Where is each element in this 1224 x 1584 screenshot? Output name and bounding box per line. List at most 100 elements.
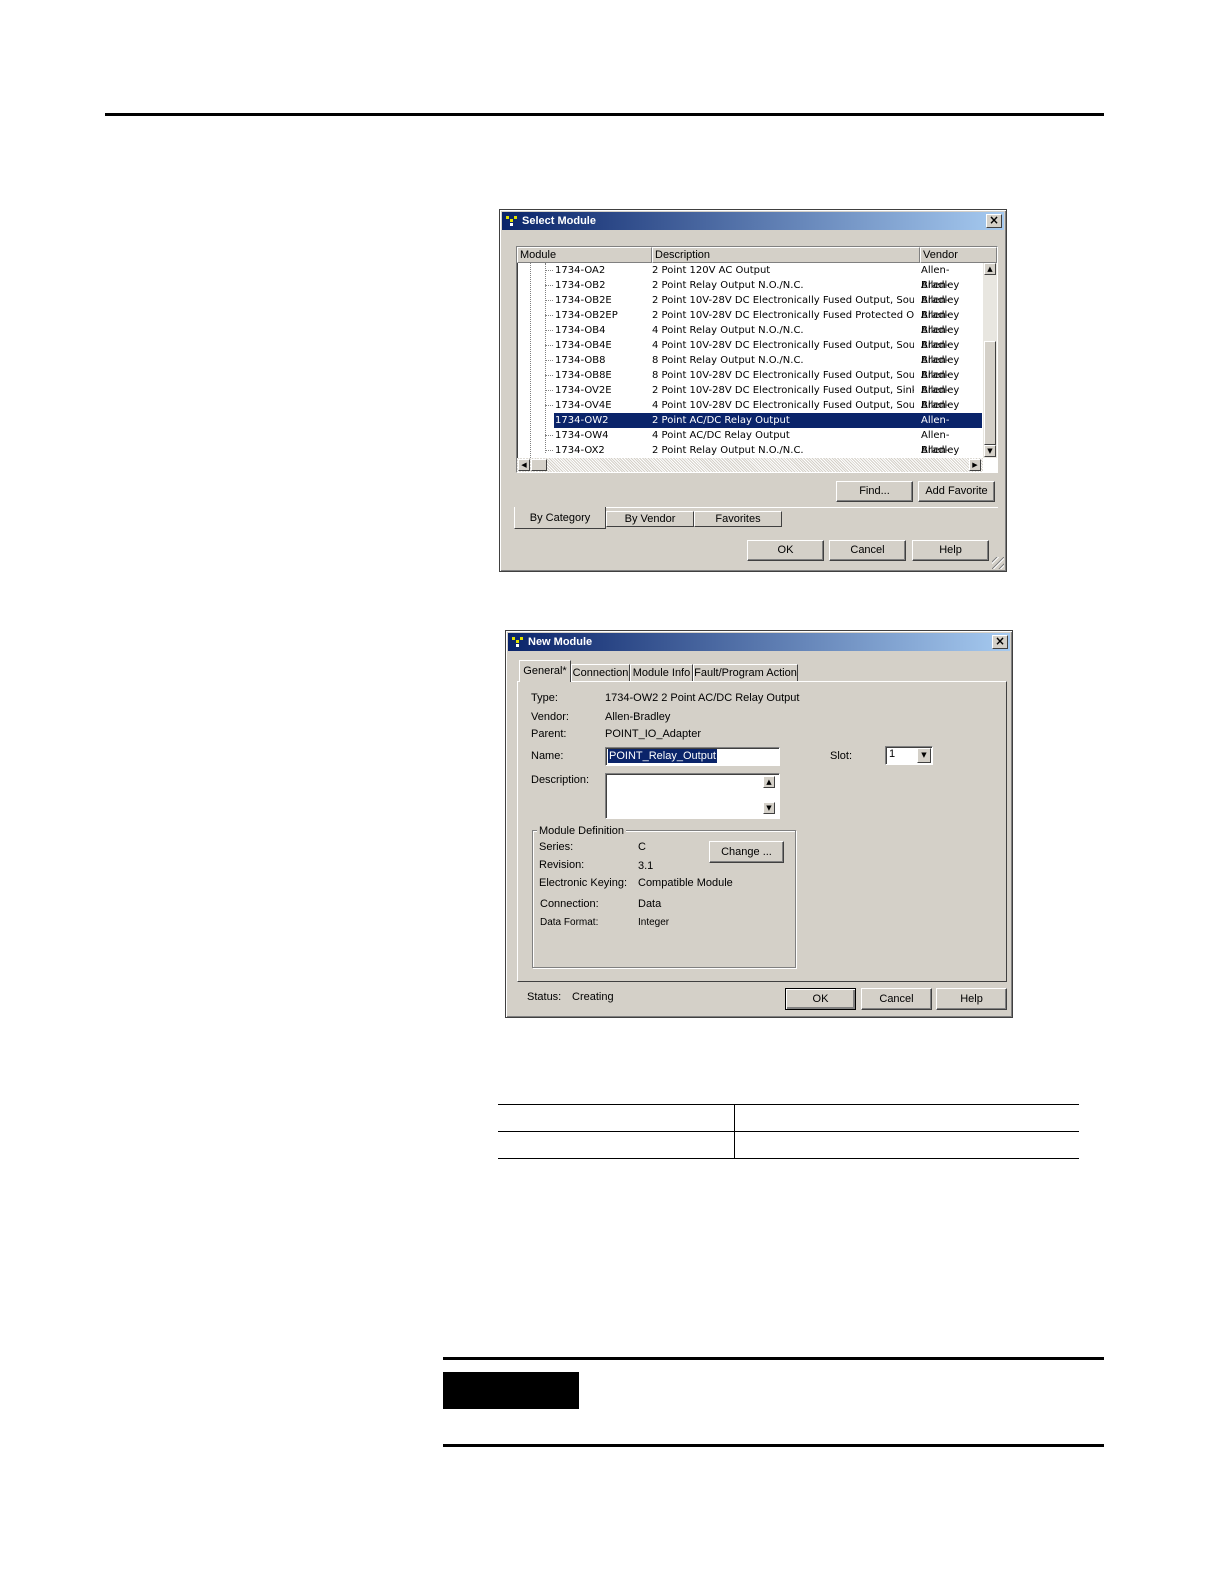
close-icon[interactable]: × — [992, 635, 1008, 649]
table-row[interactable]: 1734-OB8E 8 Point 10V-28V DC Electronical… — [517, 368, 982, 396]
tree-connector — [545, 270, 553, 271]
tab-fault-program-action[interactable]: Fault/Program Action — [693, 664, 798, 682]
change-button[interactable]: Change ... — [709, 841, 784, 863]
slot-select[interactable]: 1 ▼ — [885, 746, 933, 765]
dialog-title: New Module — [528, 636, 593, 648]
data-format-label: Data Format: — [540, 917, 599, 928]
table-row[interactable]: 1734-OA2 2 Point 120V AC Output Allen-Brad… — [517, 263, 982, 291]
table-row[interactable]: 1734-OB4E 4 Point 10V-28V DC Electronical… — [517, 338, 982, 366]
status-label: Status: — [527, 991, 562, 1003]
description-cell: 2 Point Relay Output N.O./N.C. — [652, 445, 804, 456]
scroll-left-arrow-icon[interactable]: ◀ — [518, 459, 530, 471]
table-middle-line — [498, 1131, 1079, 1132]
tab-connection[interactable]: Connection — [571, 664, 630, 682]
description-textarea[interactable]: ▲ ▼ — [605, 773, 780, 819]
name-input[interactable]: POINT_Relay_Output — [605, 747, 780, 766]
close-icon[interactable]: × — [986, 214, 1002, 228]
scroll-down-arrow-icon[interactable]: ▼ — [763, 802, 775, 814]
series-value: C — [638, 841, 646, 853]
note-bottom-rule — [443, 1444, 1104, 1447]
note-label-box — [443, 1372, 579, 1409]
module-list[interactable]: Module Description Vendor 1734-OA2 2 Poin… — [516, 246, 998, 473]
ok-button[interactable]: OK — [785, 988, 856, 1010]
module-cell: 1734-OW2 — [555, 415, 609, 426]
new-module-dialog: New Module × General* Connection Module … — [505, 630, 1013, 1018]
description-cell: 4 Point AC/DC Relay Output — [652, 430, 790, 441]
list-body: 1734-OA2 2 Point 120V AC Output Allen-Brad… — [517, 263, 983, 458]
tab-by-category[interactable]: By Category — [514, 507, 606, 529]
tree-connector — [545, 345, 553, 346]
column-header-module[interactable]: Module — [517, 247, 652, 263]
module-cell: 1734-OB8 — [555, 355, 606, 366]
description-cell: 2 Point 10V-28V DC Electronically Fused … — [652, 295, 914, 306]
vendor-value: Allen-Bradley — [605, 711, 671, 723]
description-cell: 2 Point 10V-28V DC Electronically Fused … — [652, 385, 914, 396]
scroll-right-arrow-icon[interactable]: ▶ — [969, 459, 981, 471]
chevron-down-icon[interactable]: ▼ — [917, 748, 931, 763]
tab-favorites[interactable]: Favorites — [694, 511, 782, 527]
description-cell: 2 Point 120V AC Output — [652, 265, 771, 276]
hscroll-thumb[interactable] — [531, 459, 547, 471]
column-header-description[interactable]: Description — [652, 247, 920, 263]
table-row[interactable]: 1734-OV4E 4 Point 10V-28V DC Electronical… — [517, 398, 982, 426]
tree-connector — [545, 315, 553, 316]
new-module-titlebar[interactable]: New Module × — [508, 633, 1010, 651]
table-row[interactable]: 1734-OB4 4 Point Relay Output N.O./N.C. Al… — [517, 323, 982, 351]
help-button[interactable]: Help — [912, 540, 989, 561]
module-cell: 1734-OB2EP — [555, 310, 618, 321]
app-icon — [512, 637, 524, 647]
select-module-dialog: Select Module × Module Description Vendo… — [499, 209, 1007, 572]
description-cell: 2 Point Relay Output N.O./N.C. — [652, 280, 804, 291]
tree-connector — [545, 330, 553, 331]
ok-button[interactable]: OK — [747, 540, 824, 561]
resize-grip-icon[interactable] — [992, 557, 1004, 569]
data-format-value: Integer — [638, 917, 670, 928]
table-row[interactable]: 1734-OW2 2 Point AC/DC Relay Output Allen-… — [554, 413, 982, 441]
horizontal-scrollbar[interactable]: ◀ ▶ — [517, 458, 983, 472]
tree-connector — [545, 450, 553, 451]
description-cell: 2 Point 10V-28V DC Electronically Fused … — [652, 310, 914, 321]
module-definition-title: Module Definition — [537, 825, 626, 837]
table-row[interactable]: 1734-OB2EP 2 Point 10V-28V DC Electronica… — [517, 308, 982, 336]
electronic-keying-label: Electronic Keying: — [539, 877, 628, 889]
type-value: 1734-OW2 2 Point AC/DC Relay Output — [605, 692, 800, 704]
scroll-up-arrow-icon[interactable]: ▲ — [984, 263, 996, 275]
add-favorite-button[interactable]: Add Favorite — [918, 481, 995, 502]
table-bottom-line — [498, 1158, 1079, 1159]
table-row[interactable]: 1734-OB2 2 Point Relay Output N.O./N.C. Al… — [517, 278, 982, 306]
tab-by-vendor[interactable]: By Vendor — [606, 511, 694, 527]
find-button[interactable]: Find... — [836, 481, 913, 502]
note-top-rule — [443, 1357, 1104, 1360]
select-module-titlebar[interactable]: Select Module × — [502, 212, 1004, 230]
table-row[interactable]: 1734-OB2E 2 Point 10V-28V DC Electronical… — [517, 293, 982, 321]
column-header-vendor[interactable]: Vendor — [920, 247, 997, 263]
table-top-line — [498, 1104, 1079, 1105]
module-cell: 1734-OV2E — [555, 385, 612, 396]
scroll-down-arrow-icon[interactable]: ▼ — [984, 445, 996, 457]
parent-label: Parent: — [531, 728, 567, 740]
tab-general[interactable]: General* — [519, 660, 571, 682]
table-row[interactable]: 1734-OV2E 2 Point 10V-28V DC Electronical… — [517, 383, 982, 411]
cancel-button[interactable]: Cancel — [861, 988, 932, 1010]
module-cell: 1734-OV4E — [555, 400, 612, 411]
series-label: Series: — [539, 841, 574, 853]
description-cell: 4 Point Relay Output N.O./N.C. — [652, 325, 804, 336]
scroll-up-arrow-icon[interactable]: ▲ — [763, 776, 775, 788]
module-cell: 1734-OB4 — [555, 325, 606, 336]
table-row[interactable]: 1734-OX2 2 Point Relay Output N.O./N.C. Al… — [517, 443, 982, 458]
help-button[interactable]: Help — [936, 988, 1007, 1010]
table-row[interactable]: 1734-OW4 4 Point AC/DC Relay Output Allen-… — [517, 428, 982, 456]
tab-module-info[interactable]: Module Info — [630, 664, 693, 682]
connection-label: Connection: — [540, 898, 599, 910]
connection-value: Data — [638, 898, 662, 910]
module-cell: 1734-OB4E — [555, 340, 612, 351]
tree-connector — [545, 435, 553, 436]
name-input-value: POINT_Relay_Output — [608, 749, 717, 763]
parent-value: POINT_IO_Adapter — [605, 728, 701, 740]
vertical-scrollbar[interactable]: ▲ ▼ — [983, 263, 997, 458]
revision-label: Revision: — [539, 859, 585, 871]
table-row[interactable]: 1734-OB8 8 Point Relay Output N.O./N.C. Al… — [517, 353, 982, 381]
scroll-thumb[interactable] — [984, 341, 996, 445]
cancel-button[interactable]: Cancel — [829, 540, 906, 561]
slot-value: 1 — [889, 748, 896, 760]
